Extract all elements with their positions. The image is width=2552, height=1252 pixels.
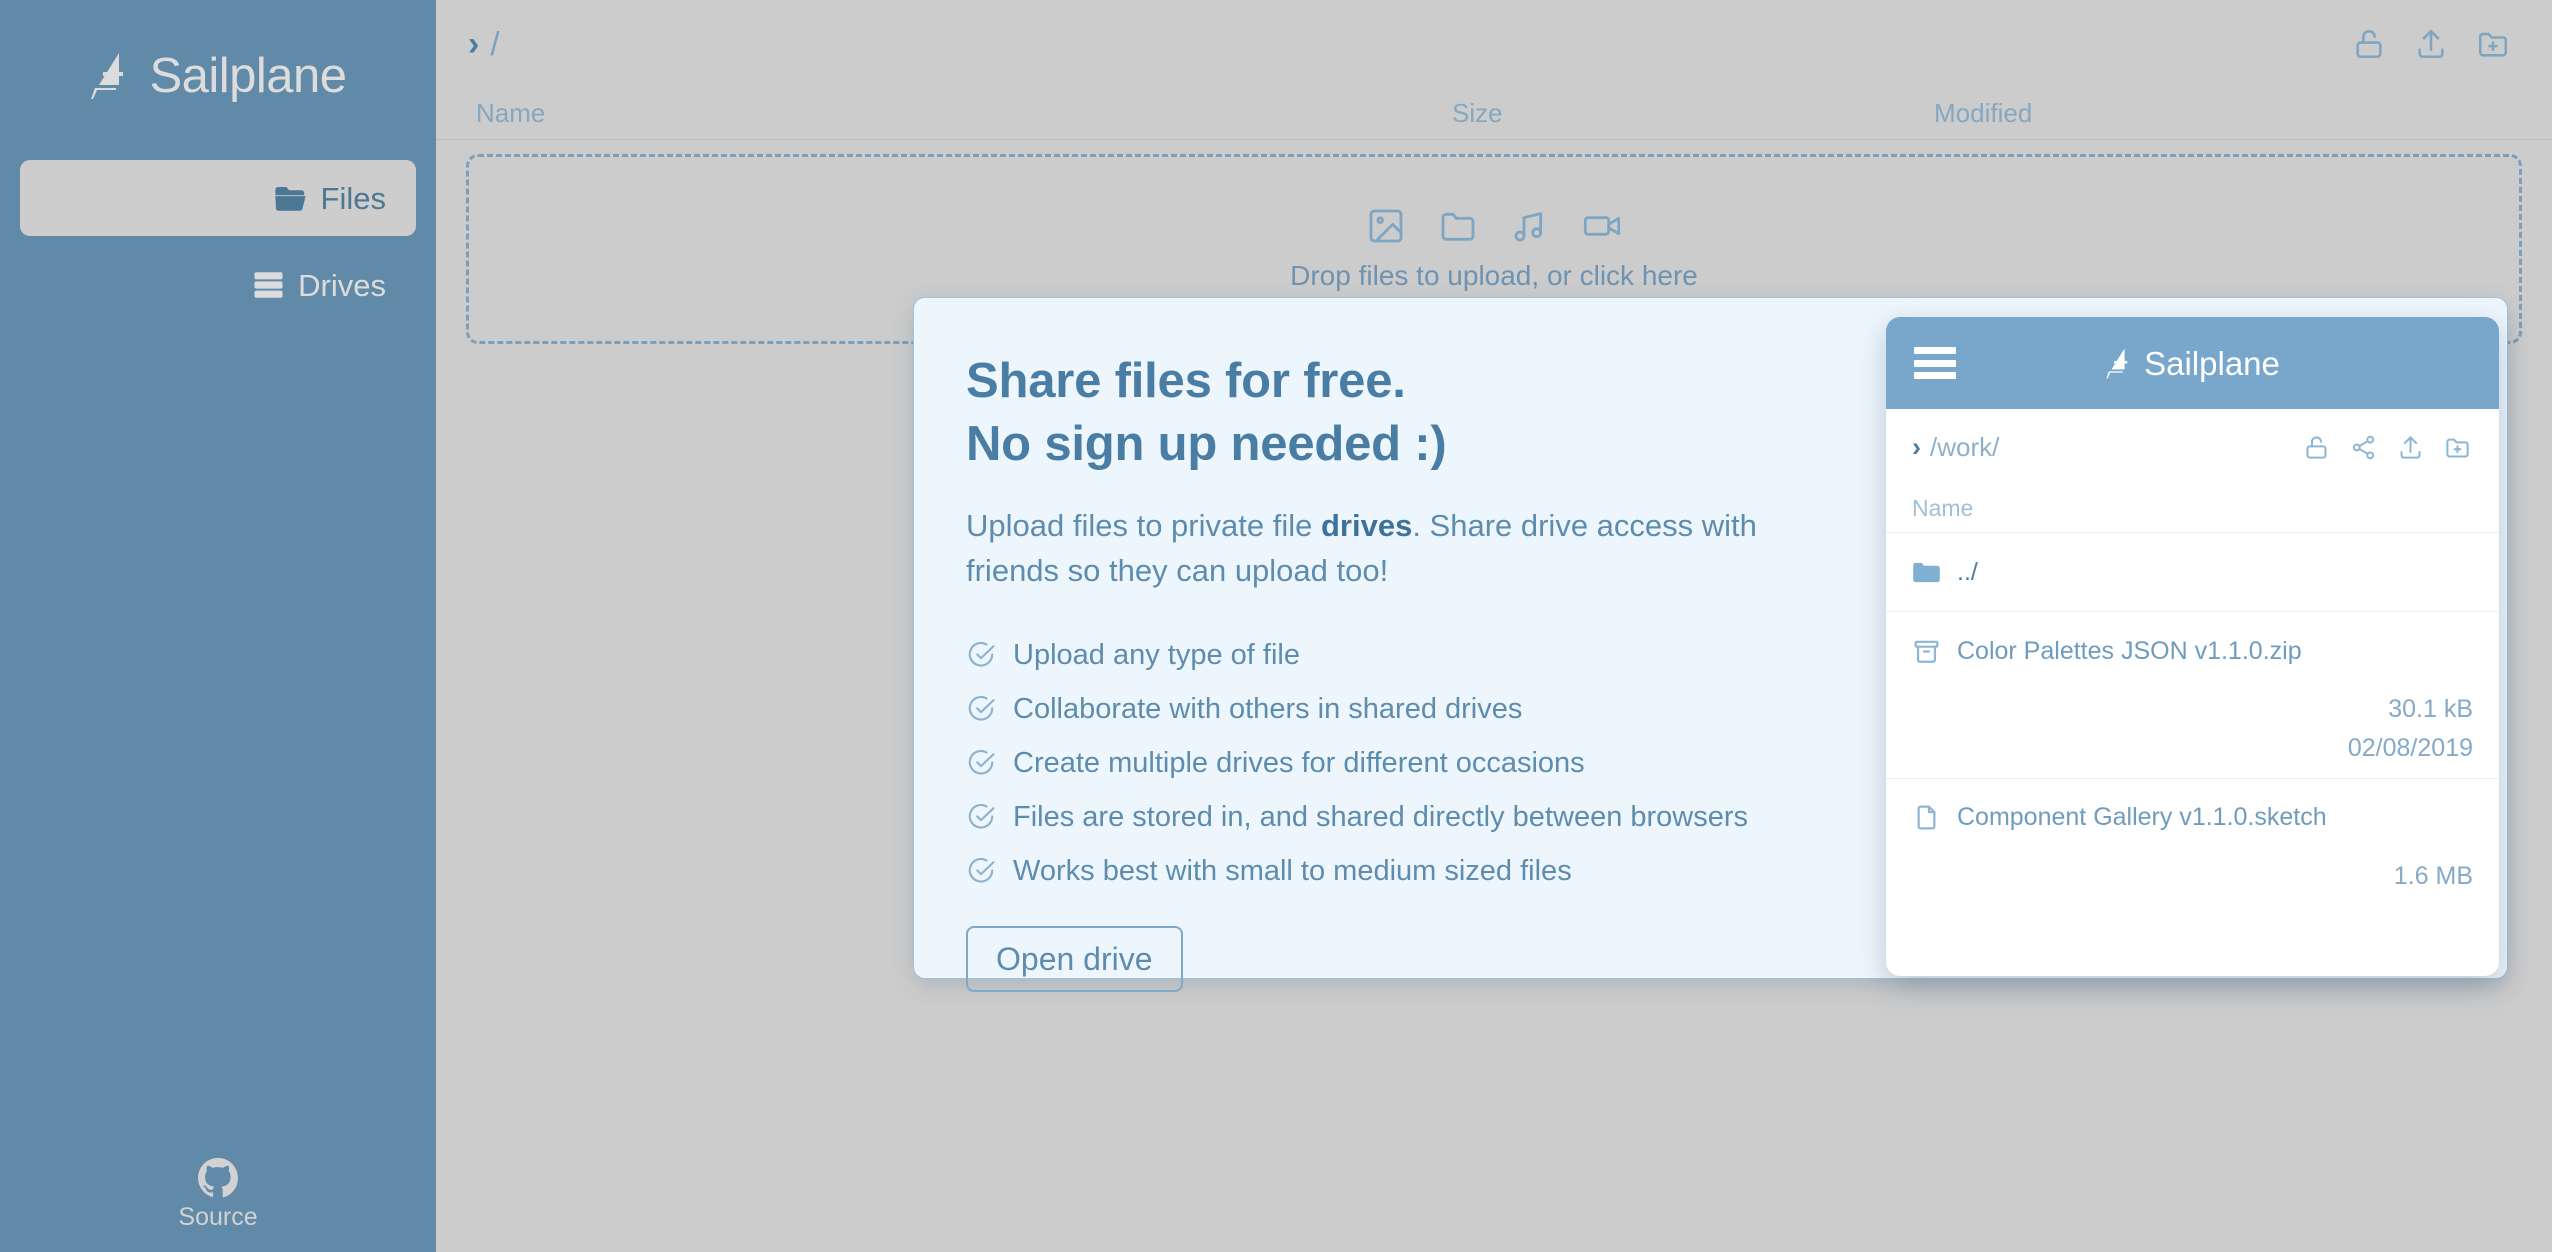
column-header-name: Name	[476, 98, 546, 128]
dropzone-icons	[1366, 206, 1622, 246]
mockup-row-size: 30.1 kB	[2388, 695, 2473, 723]
share-icon[interactable]	[2350, 434, 2377, 461]
feature-label: Files are stored in, and shared directly…	[1013, 800, 1749, 833]
archive-icon	[1914, 640, 1939, 663]
folder-icon	[274, 187, 306, 211]
upload-icon[interactable]	[2397, 434, 2424, 461]
sidebar: Sailplane Files Drives Source	[0, 0, 436, 1252]
mockup-file-row[interactable]: Color Palettes JSON v1.1.0.zip 30.1 kB 0…	[1886, 612, 2499, 778]
sidebar-item-label: Drives	[298, 267, 386, 303]
topbar-actions	[2352, 27, 2510, 61]
sidebar-item-label: Files	[320, 180, 386, 216]
document-icon	[1917, 805, 1936, 830]
promo-body-before: Upload files to private file	[966, 508, 1321, 544]
chevron-right-icon: ›	[1912, 431, 1921, 462]
music-icon	[1514, 212, 1543, 242]
video-icon	[1583, 216, 1621, 236]
breadcrumb[interactable]: › /	[468, 27, 500, 61]
mockup-row-name: Color Palettes JSON v1.1.0.zip	[1957, 636, 2302, 665]
unlock-icon[interactable]	[2303, 434, 2330, 461]
topbar: › /	[436, 0, 2552, 88]
folder-icon	[1441, 212, 1475, 241]
unlock-icon[interactable]	[2352, 27, 2386, 61]
mockup-actions	[2303, 434, 2471, 461]
open-drive-button[interactable]: Open drive	[966, 926, 1183, 993]
feature-label: Works best with small to medium sized fi…	[1013, 854, 1572, 887]
sidebar-item-files[interactable]: Files	[20, 160, 416, 236]
folder-filled-icon	[1913, 562, 1940, 582]
mockup-row-meta: 1.6 MB	[1912, 857, 2473, 906]
mockup-breadcrumb-path: /work/	[1930, 431, 2000, 462]
sailboat-icon	[2106, 348, 2128, 378]
dropzone-text: Drop files to upload, or click here	[1290, 260, 1698, 291]
hamburger-icon[interactable]	[1914, 347, 1956, 379]
column-header-size: Size	[1452, 98, 1503, 128]
check-circle-icon	[968, 750, 995, 775]
feature-label: Create multiple drives for different occ…	[1013, 746, 1585, 779]
mockup-breadcrumb[interactable]: › /work/	[1886, 409, 2499, 485]
mockup-row-size: 1.6 MB	[2393, 861, 2473, 890]
mockup-row-meta: 30.1 kB 02/08/2019	[1912, 690, 2473, 778]
upload-icon[interactable]	[2414, 27, 2448, 61]
promo-description: Upload files to private file drives. Sha…	[966, 504, 1846, 594]
promo-headline-line1: Share files for free.	[966, 354, 1406, 408]
mockup-column-header: Name	[1886, 485, 2499, 533]
mockup-file-row[interactable]: Component Gallery v1.1.0.sketch 1.6 MB	[1886, 779, 2499, 906]
breadcrumb-path: /	[490, 25, 500, 62]
new-folder-icon[interactable]	[2476, 27, 2510, 61]
check-circle-icon	[968, 642, 995, 667]
new-folder-icon[interactable]	[2444, 434, 2471, 461]
feature-label: Upload any type of file	[1013, 638, 1300, 671]
mockup-parent-row[interactable]: ../	[1886, 533, 2499, 611]
check-circle-icon	[968, 696, 995, 721]
mobile-mockup: Sailplane › /work/ Name ../ Color Palett…	[1886, 317, 2499, 976]
main-content: › / Name Size Modified Drop files to upl…	[436, 0, 2552, 1252]
image-icon	[1369, 209, 1403, 243]
app-logo: Sailplane	[89, 42, 347, 110]
mockup-logo: Sailplane	[1956, 347, 2429, 380]
promo-body-bold: drives	[1320, 508, 1413, 544]
drives-icon	[254, 272, 283, 298]
mockup-logo-text: Sailplane	[2144, 344, 2280, 382]
source-link[interactable]: Source	[0, 1157, 436, 1232]
check-circle-icon	[968, 858, 995, 883]
source-label: Source	[178, 1203, 258, 1231]
mockup-header: Sailplane	[1886, 317, 2499, 409]
list-item: Color Palettes JSON v1.1.0.zip	[1912, 612, 2473, 690]
sidebar-item-drives[interactable]: Drives	[20, 247, 416, 323]
app-root: Sailplane Files Drives Source › / Name S…	[0, 0, 2552, 1252]
github-icon	[198, 1157, 238, 1198]
sailboat-icon	[91, 53, 124, 99]
check-circle-icon	[968, 804, 995, 829]
feature-label: Collaborate with others in shared drives	[1013, 692, 1523, 725]
list-item: Component Gallery v1.1.0.sketch	[1912, 779, 2473, 857]
chevron-right-icon: ›	[468, 25, 480, 63]
promo-headline-line2: No sign up needed :)	[966, 417, 1447, 472]
column-header-modified: Modified	[1934, 98, 2033, 128]
file-table-header: Name Size Modified	[436, 88, 2552, 140]
mockup-row-name: ../	[1957, 557, 1978, 586]
app-logo-text: Sailplane	[149, 48, 347, 103]
list-item: ../	[1912, 533, 2473, 611]
mockup-row-modified: 02/08/2019	[2347, 733, 2473, 762]
mockup-row-name: Component Gallery v1.1.0.sketch	[1957, 803, 2327, 831]
